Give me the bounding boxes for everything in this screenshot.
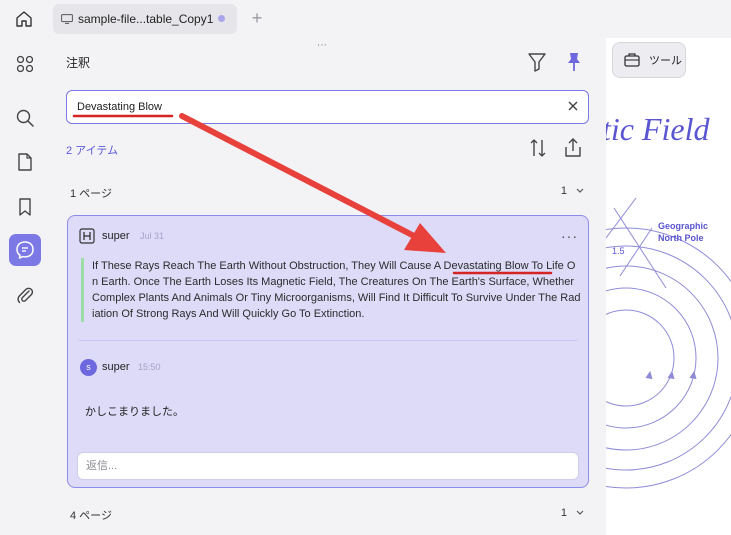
annotation-search-input[interactable] — [67, 91, 547, 122]
document-page: tic Field 1.5 Geographic North Pole — [606, 111, 731, 489]
monitor-icon — [61, 14, 73, 24]
highlight-type-icon — [79, 228, 95, 244]
page-icon — [18, 153, 32, 171]
page-group-count: 1 — [560, 185, 567, 197]
page-group-header[interactable]: 4 ページ 1 — [66, 504, 589, 524]
tools-label: ツール — [649, 55, 682, 67]
annotation-panel: ⋯ 注釈 2 アイテム 1 ページ 1 super J — [52, 38, 606, 535]
result-count: 2 アイテム — [66, 145, 119, 157]
home-button[interactable] — [10, 6, 38, 32]
panel-drag-handle[interactable]: ⋯ — [317, 40, 328, 51]
chevron-down-icon — [576, 188, 584, 193]
export-button[interactable] — [562, 136, 584, 160]
reply-time: 15:50 — [138, 362, 161, 372]
rail-search-button[interactable] — [9, 102, 41, 134]
page-group-header[interactable]: 1 ページ 1 — [66, 182, 589, 202]
bookmark-icon — [19, 198, 31, 216]
sort-icon — [530, 139, 546, 157]
document-tab[interactable]: sample-file...table_Copy1 — [53, 4, 237, 34]
diagram-label-geographic: Geographic — [658, 221, 708, 231]
annotation-date: Jul 31 — [140, 231, 165, 241]
rail-attachments-button[interactable] — [9, 279, 41, 311]
annotation-card[interactable]: super Jul 31 ··· If These Rays Reach The… — [67, 215, 589, 488]
comment-icon — [16, 241, 34, 259]
more-options-button[interactable]: ··· — [561, 228, 578, 244]
add-tab-button[interactable]: + — [248, 8, 266, 28]
reply-input[interactable] — [77, 452, 579, 480]
home-icon — [16, 11, 32, 27]
page-group-count: 1 — [560, 507, 567, 519]
annotation-search-box — [66, 90, 589, 124]
toolbox-icon — [624, 53, 640, 67]
reply-text: かしこまりました。 — [85, 406, 184, 418]
grid-icon — [16, 55, 34, 73]
unsaved-dot — [218, 15, 225, 22]
card-divider — [79, 340, 577, 341]
reply-author: super — [102, 361, 130, 373]
sort-button[interactable] — [528, 136, 548, 160]
app-window: sample-file...table_Copy1 + ⋯ 注釈 Devasta… — [0, 0, 731, 535]
avatar: s — [80, 359, 97, 376]
filter-button[interactable] — [527, 51, 547, 73]
search-icon — [16, 109, 34, 127]
page-group-label: 4 ページ — [70, 510, 112, 522]
clear-search-button[interactable] — [566, 99, 580, 113]
rail-thumbnails-button[interactable] — [9, 48, 41, 80]
filter-icon — [528, 53, 546, 72]
rail-comments-button[interactable] — [9, 234, 41, 266]
highlighted-text: If These Rays Reach The Earth Without Ob… — [81, 258, 581, 322]
tools-button[interactable]: ツール — [612, 42, 686, 78]
document-view: tic Field 1.5 Geographic North Pole — [606, 38, 731, 535]
page-group-label: 1 ページ — [70, 188, 112, 200]
diagram-number: 1.5 — [612, 246, 625, 256]
tab-bar: sample-file...table_Copy1 + — [0, 0, 731, 38]
chevron-down-icon — [576, 510, 584, 515]
panel-title: 注釈 — [66, 56, 91, 70]
pin-icon — [568, 53, 580, 71]
annotation-author: super — [102, 230, 130, 242]
close-icon — [568, 101, 578, 111]
rail-pages-button[interactable] — [9, 146, 41, 178]
pin-button[interactable] — [564, 51, 584, 73]
rail-bookmarks-button[interactable] — [9, 191, 41, 223]
tab-title: sample-file...table_Copy1 — [78, 12, 214, 26]
paperclip-icon — [17, 287, 34, 304]
left-rail — [0, 38, 52, 535]
document-heading: tic Field — [606, 111, 711, 147]
diagram-label-north-pole: North Pole — [658, 233, 704, 243]
export-icon — [565, 138, 581, 157]
